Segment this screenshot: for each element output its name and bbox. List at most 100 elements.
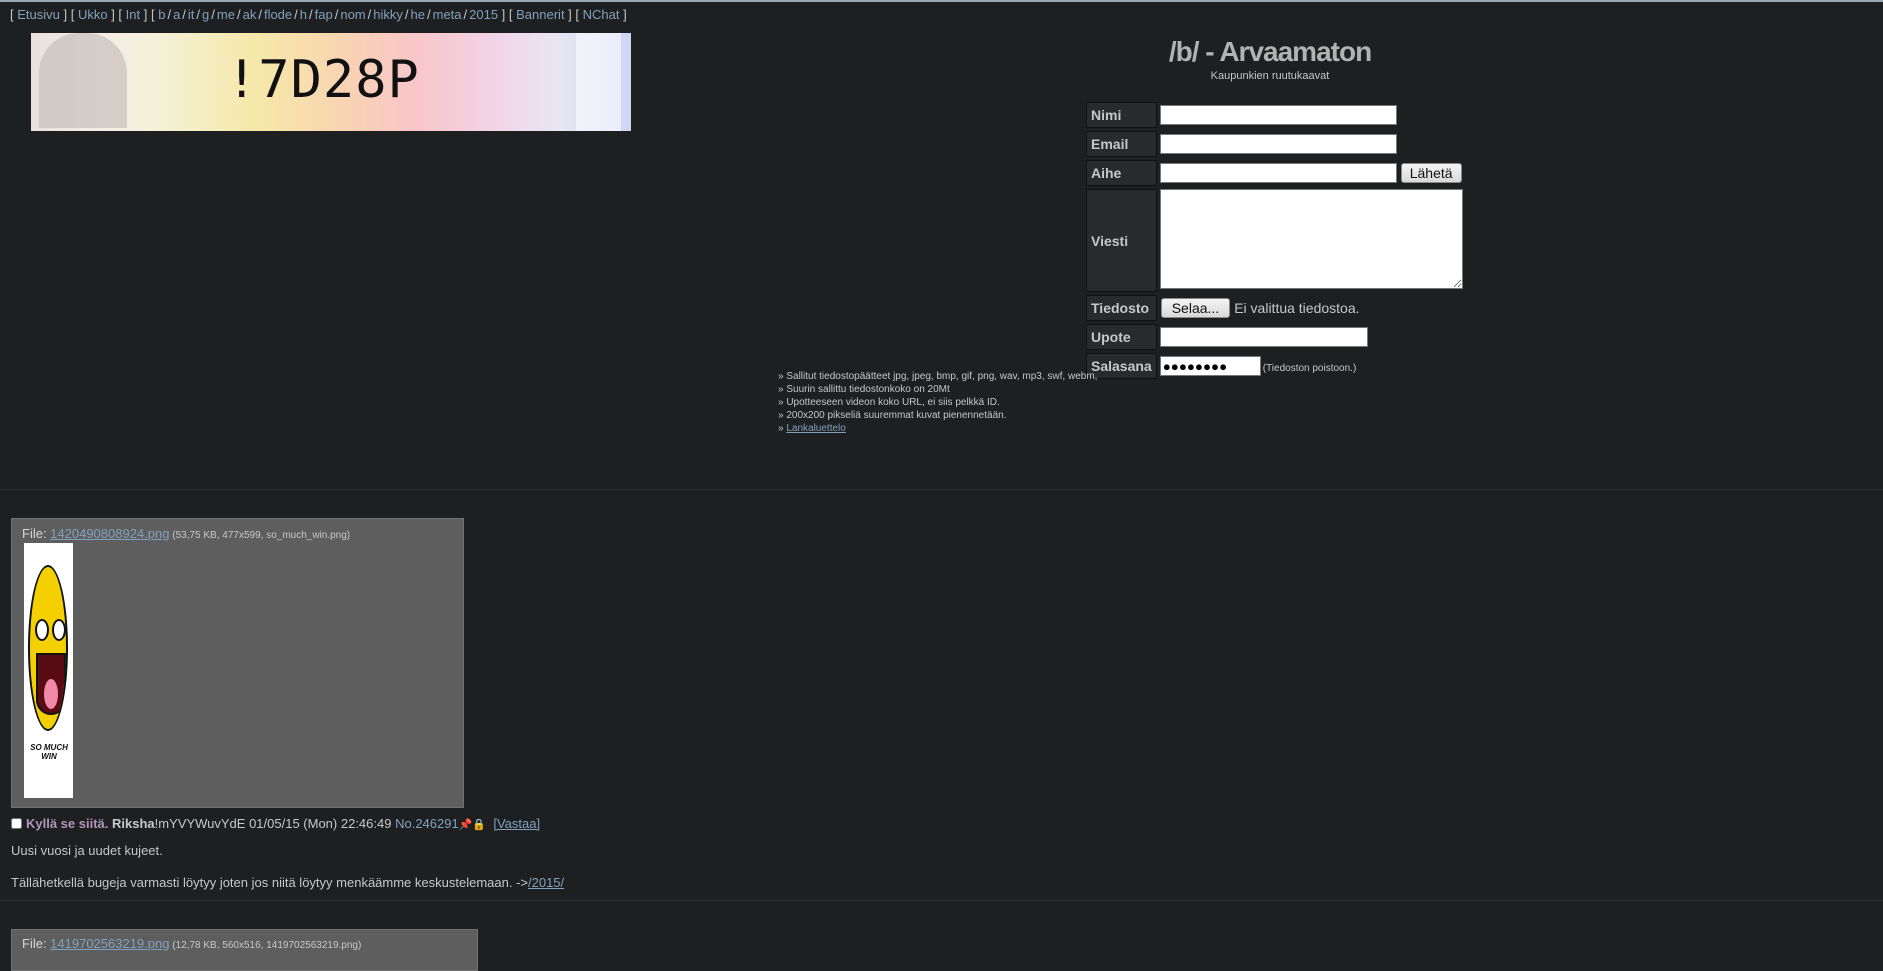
file-link[interactable]: 1419702563219.png (50, 936, 169, 951)
browse-file-button[interactable]: Selaa... (1160, 298, 1231, 318)
tongue-shape (44, 679, 58, 709)
nav-separator: / (236, 7, 241, 22)
nav-separator: / (367, 7, 372, 22)
thread-list-link[interactable]: Lankaluettelo (786, 423, 846, 434)
file-prefix: File: (22, 526, 51, 541)
file-label: Tiedosto (1086, 295, 1157, 321)
nav-link-h[interactable]: h (300, 7, 307, 22)
posting-rules: » Sallitut tiedostopäätteet jpg, jpeg, b… (778, 370, 1097, 435)
name-label: Nimi (1086, 102, 1157, 128)
rule-line: » Upotteeseen videon koko URL, ei siis p… (778, 397, 1000, 408)
nav-separator: / (309, 7, 313, 22)
poster-name: Riksha (112, 816, 155, 831)
mouth-shape (36, 653, 66, 715)
post-message-text: Tällähetkellä bugeja varmasti löytyy jot… (11, 875, 528, 890)
post-file-box: File: 1420490808924.png (53,75 KB, 477x5… (11, 518, 464, 808)
post-message-line: Tällähetkellä bugeja varmasti löytyy jot… (11, 875, 564, 890)
nav-separator: / (258, 7, 262, 22)
nav-link-nom[interactable]: nom (340, 7, 365, 22)
sticky-lock-icon: 📌🔒 (458, 819, 487, 831)
nav-link-b[interactable]: b (158, 7, 165, 22)
top-navigation: [ Etusivu ] [ Ukko ] [ Int ] [ b / a / it / g /… (10, 7, 627, 22)
rule-line: » Sallitut tiedostopäätteet jpg, jpeg, b… (778, 371, 1098, 382)
nav-link-meta[interactable]: meta (433, 7, 462, 22)
nav-bracket: ] (107, 7, 115, 22)
nav-separator: / (196, 7, 201, 22)
email-label: Email (1086, 131, 1157, 157)
email-input[interactable] (1159, 134, 1397, 154)
file-link[interactable]: 1420490808924.png (50, 526, 169, 541)
eye-shape (52, 619, 66, 641)
nav-separator: / (211, 7, 215, 22)
nav-bracket: [ (571, 7, 583, 22)
nav-link-ukko[interactable]: Ukko (78, 7, 108, 22)
no-file-selected-text: Ei valittua tiedostoa. (1234, 300, 1360, 316)
submit-button[interactable]: Lähetä (1400, 162, 1462, 183)
file-meta: (12,78 KB, 560x516, 1419702563219.png) (169, 940, 362, 951)
nav-link-bannerit[interactable]: Bannerit (516, 7, 564, 22)
post-number-link[interactable]: No.246291 (395, 816, 459, 831)
subject-input[interactable] (1159, 163, 1397, 184)
board-title: /b/ - Arvaamaton (1168, 36, 1372, 67)
file-meta: (53,75 KB, 477x599, so_much_win.png) (169, 530, 351, 541)
nav-link-ak[interactable]: ak (243, 7, 257, 22)
file-info: File: 1419702563219.png (12,78 KB, 560x5… (22, 936, 361, 951)
divider (0, 489, 1883, 490)
nav-link-flode[interactable]: flode (264, 7, 292, 22)
rule-line: » Lankaluettelo (778, 422, 1097, 435)
name-input[interactable] (1159, 105, 1397, 125)
post-message-line: Uusi vuosi ja uudet kujeet. (11, 843, 163, 858)
nav-bracket: [ (147, 7, 159, 22)
nav-link-hikky[interactable]: hikky (373, 7, 403, 22)
password-note: (Tiedoston poistoon.) (1262, 362, 1357, 374)
subject-label: Aihe (1086, 160, 1157, 186)
nav-link-nchat[interactable]: NChat (583, 7, 620, 22)
nav-link-me[interactable]: me (217, 7, 235, 22)
poster-tripcode: !mYVYWuvYdE (154, 816, 246, 831)
post-file-box: File: 1419702563219.png (12,78 KB, 560x5… (11, 929, 478, 971)
nav-separator: / (463, 7, 468, 22)
nav-link-etusivu[interactable]: Etusivu (17, 7, 60, 22)
board-subtitle: Kaupunkien ruutukaavat (1210, 70, 1330, 82)
nav-link-2015[interactable]: 2015 (469, 7, 498, 22)
post-header: Kyllä se siitä. Riksha!mYVYWuvYdE 01/05/… (11, 816, 540, 831)
eye-shape (35, 619, 49, 641)
file-info: File: 1420490808924.png (53,75 KB, 477x5… (22, 526, 350, 541)
nav-bracket: [ (67, 7, 78, 22)
nav-separator: / (426, 7, 431, 22)
nav-link-g[interactable]: g (202, 7, 209, 22)
embed-input[interactable] (1159, 327, 1368, 347)
nav-separator: / (334, 7, 339, 22)
nav-bracket: ] (619, 7, 627, 22)
post-datetime: 01/05/15 (Mon) 22:46:49 (249, 816, 392, 831)
nav-bracket: [ (114, 7, 126, 22)
message-textarea[interactable] (1159, 189, 1463, 289)
password-input[interactable] (1159, 356, 1261, 376)
nav-link-he[interactable]: he (411, 7, 425, 22)
nav-separator: / (167, 7, 172, 22)
post-form: Nimi Email Aihe Lähetä Viesti Tiedosto S… (1083, 99, 1466, 382)
post-select-checkbox[interactable] (11, 818, 22, 829)
nav-link-it[interactable]: it (188, 7, 195, 22)
embed-label: Upote (1086, 324, 1157, 350)
rule-line: » 200x200 pikseliä suuremmat kuvat piene… (778, 410, 1007, 421)
nav-link-a[interactable]: a (173, 7, 180, 22)
thumbnail-caption: SO MUCH WIN (30, 743, 68, 761)
captcha-banner: !7D28P (31, 33, 631, 131)
reply-link[interactable]: [Vastaa] (493, 816, 540, 831)
divider (0, 900, 1883, 901)
nav-bracket: [ (505, 7, 517, 22)
nav-link-fap[interactable]: fap (315, 7, 333, 22)
board-link[interactable]: /2015/ (528, 875, 564, 890)
post-subject: Kyllä se siitä. (26, 816, 109, 831)
captcha-text: !7D28P (226, 50, 420, 110)
awesome-face-image (28, 565, 68, 731)
nav-separator: / (182, 7, 186, 22)
nav-link-int[interactable]: Int (126, 7, 140, 22)
banner-figure-right (576, 33, 621, 131)
nav-separator: / (404, 7, 409, 22)
message-label: Viesti (1086, 189, 1157, 292)
banner-figure-left (39, 33, 127, 128)
nav-bracket: ] (564, 7, 572, 22)
thumbnail-image[interactable]: SO MUCH WIN (24, 543, 73, 798)
